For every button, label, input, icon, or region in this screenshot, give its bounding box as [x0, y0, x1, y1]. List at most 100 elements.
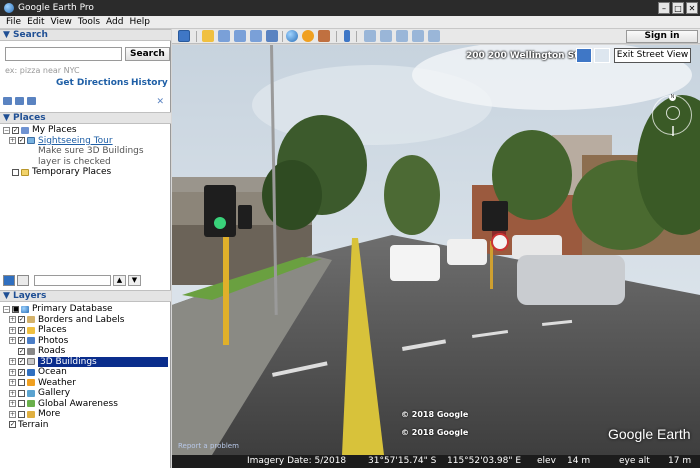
menu-tools[interactable]: Tools [78, 17, 100, 27]
search-button[interactable]: Search [125, 47, 170, 61]
collapse-icon[interactable]: − [3, 126, 10, 134]
exit-street-view-button[interactable]: Exit Street View [614, 48, 691, 63]
checkbox[interactable]: ■ [12, 305, 19, 313]
sign-in-button[interactable]: Sign in [626, 30, 698, 43]
expand-icon[interactable]: + [9, 389, 16, 397]
print-icon[interactable] [27, 97, 36, 105]
sightseeing-tour-link[interactable]: Sightseeing Tour [38, 136, 113, 146]
layer-down-button[interactable]: ▼ [128, 275, 141, 286]
menu-view[interactable]: View [51, 17, 72, 27]
layer-row[interactable]: + ✓ Places [0, 325, 168, 336]
checkbox[interactable]: ✓ [18, 316, 25, 324]
search-input[interactable] [5, 47, 122, 61]
save-image-icon[interactable] [396, 30, 408, 42]
layer-row[interactable]: + ✓ Ocean [0, 367, 168, 378]
expand-icon[interactable]: + [9, 410, 16, 418]
navigation-control[interactable]: N [652, 94, 692, 136]
menu-edit[interactable]: Edit [27, 17, 44, 27]
expand-icon[interactable]: + [9, 368, 16, 376]
minimize-button[interactable]: – [658, 2, 670, 14]
add-image-overlay-icon[interactable] [250, 30, 262, 42]
layers-panel-header[interactable]: ▼ Layers [0, 290, 171, 302]
ruler-icon[interactable] [344, 30, 350, 42]
layer-row-selected[interactable]: + ✓ 3D Buildings [0, 356, 168, 368]
print-icon[interactable] [380, 30, 392, 42]
add-folder-icon[interactable] [3, 97, 12, 105]
tree-item-sightseeing-tour[interactable]: + ✓ Sightseeing Tour [0, 136, 144, 147]
planets-icon[interactable] [318, 30, 330, 42]
layer-row[interactable]: + More [0, 409, 168, 420]
email-icon[interactable] [364, 30, 376, 42]
layer-row[interactable]: + Global Awareness [0, 399, 168, 410]
zoom-slider[interactable] [672, 126, 674, 136]
maximize-button[interactable]: □ [672, 2, 684, 14]
hide-sidebar-icon[interactable] [178, 30, 190, 42]
expand-icon[interactable]: + [9, 400, 16, 408]
trash-icon[interactable] [594, 48, 610, 63]
checkbox[interactable]: ✓ [18, 358, 25, 366]
layer-label: Primary Database [32, 304, 113, 315]
layer-row[interactable]: ✓ Roads [0, 346, 168, 357]
checkbox[interactable]: ✓ [18, 347, 25, 355]
layer-row[interactable]: + Gallery [0, 388, 168, 399]
view-in-maps-icon[interactable] [428, 30, 440, 42]
close-window-button[interactable]: ✕ [686, 2, 698, 14]
checkbox[interactable]: ✓ [18, 337, 25, 345]
expand-icon[interactable]: + [9, 337, 16, 345]
expand-icon[interactable]: + [9, 379, 16, 387]
layer-row[interactable]: + ✓ Borders and Labels [0, 315, 168, 326]
layer-row-terrain[interactable]: ✓ Terrain [0, 420, 168, 431]
weather-icon [27, 379, 35, 387]
layer-up-button[interactable]: ▲ [113, 275, 126, 286]
checkbox[interactable] [18, 379, 25, 387]
layer-row[interactable]: − ■ Primary Database [0, 304, 168, 315]
historical-imagery-icon[interactable] [286, 30, 298, 42]
report-problem-link[interactable]: Report a problem [178, 442, 239, 450]
layer-row[interactable]: + ✓ Photos [0, 336, 168, 347]
add-path-icon[interactable] [234, 30, 246, 42]
get-directions-link[interactable]: Get Directions [56, 78, 129, 88]
globe-view-icon[interactable] [3, 275, 15, 286]
sunlight-icon[interactable] [302, 30, 314, 42]
imagery-date: Imagery Date: 5/2018 [247, 456, 347, 466]
clear-search-icon[interactable]: ✕ [156, 97, 164, 107]
layer-row[interactable]: + Weather [0, 378, 168, 389]
tree-item-temporary-places[interactable]: Temporary Places [0, 167, 144, 178]
tree-item-my-places[interactable]: − ✓ My Places [0, 125, 144, 136]
record-tour-icon[interactable] [266, 30, 278, 42]
layer-search-input[interactable] [34, 275, 111, 286]
expand-icon[interactable]: + [9, 316, 16, 324]
street-address-label: 200 200 Wellington St [466, 51, 579, 61]
checkbox[interactable] [18, 389, 25, 397]
checkbox[interactable]: ✓ [12, 126, 19, 134]
expand-icon[interactable]: + [9, 326, 16, 334]
movie-maker-icon[interactable] [412, 30, 424, 42]
checkbox[interactable]: ✓ [9, 421, 16, 429]
places-panel-header[interactable]: ▼ Places [0, 112, 171, 124]
add-polygon-icon[interactable] [218, 30, 230, 42]
menu-help[interactable]: Help [129, 17, 150, 27]
look-joystick[interactable] [666, 106, 680, 120]
checkbox[interactable] [12, 168, 19, 176]
longitude-readout: 115°52'03.98" E [447, 456, 522, 466]
street-view-canvas[interactable]: 200 200 Wellington St Exit Street View N… [172, 45, 700, 455]
checkbox[interactable]: ✓ [18, 326, 25, 334]
search-panel-header[interactable]: ▼ Search [0, 29, 171, 41]
checkbox[interactable]: ✓ [18, 368, 25, 376]
layer-view-icon[interactable] [17, 275, 29, 286]
add-placemark-icon[interactable] [202, 30, 214, 42]
checkbox[interactable] [18, 410, 25, 418]
pegman-icon[interactable] [576, 48, 592, 63]
history-link[interactable]: History [131, 78, 168, 88]
checkbox[interactable] [18, 400, 25, 408]
menu-file[interactable]: File [6, 17, 21, 27]
layer-label: 3D Buildings [38, 356, 168, 367]
copy-icon[interactable] [15, 97, 24, 105]
checkbox[interactable]: ✓ [18, 137, 25, 145]
expand-icon[interactable]: + [9, 137, 16, 145]
collapse-icon[interactable]: − [3, 305, 10, 313]
expand-icon[interactable]: + [9, 358, 16, 366]
layer-label: Global Awareness [38, 398, 118, 409]
compass-north-icon[interactable]: N [669, 94, 676, 101]
menu-add[interactable]: Add [106, 17, 123, 27]
